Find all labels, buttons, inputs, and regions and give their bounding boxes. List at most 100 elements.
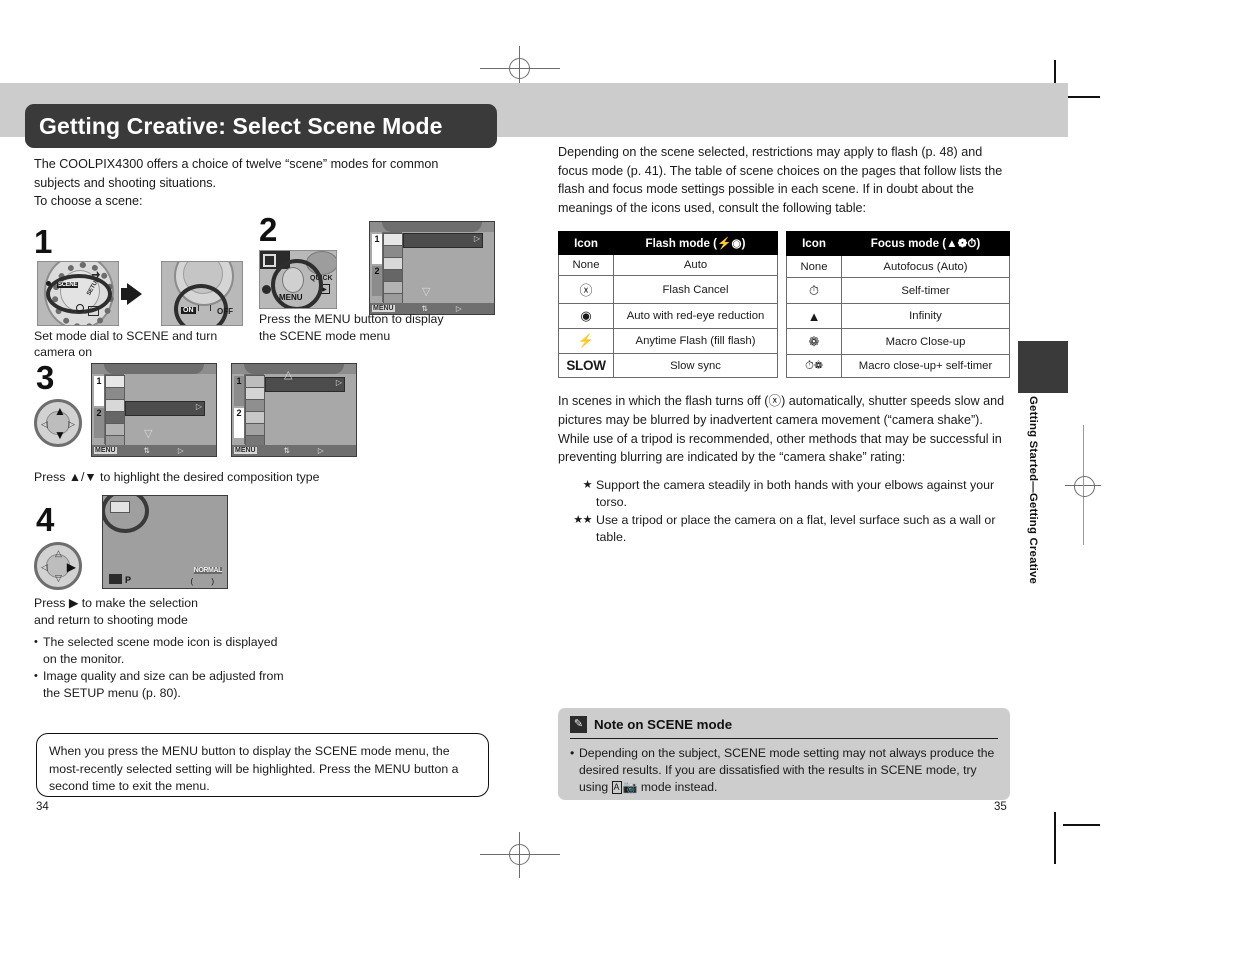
flash-label-slowsync: Slow sync bbox=[613, 353, 778, 379]
mode-tables: Icon Flash mode (⚡◉) None Auto ⓧ Flash C… bbox=[558, 231, 1010, 379]
step-2-number: 2 bbox=[259, 211, 278, 248]
page-title: Getting Creative: Select Scene Mode bbox=[25, 104, 497, 148]
step-3b-selected-row: ▷ bbox=[265, 377, 345, 392]
star-rating-two-icon: ★★ bbox=[573, 513, 592, 526]
power-switch-photo: ON OFF bbox=[161, 260, 243, 326]
step-4: 4 △ ▽ ◁ ▶ P NORMAL ( ) Press ▶ to make t… bbox=[34, 495, 504, 705]
self-timer-icon: ⏱ bbox=[786, 277, 842, 305]
multi-selector-up-icon[interactable]: ▲ bbox=[54, 405, 66, 417]
multi-selector-right-icon[interactable]: ▶ bbox=[67, 561, 76, 573]
exposure-mode-icon bbox=[109, 574, 122, 584]
step-3-multi-selector[interactable]: ▲ ▼ ◁ ▷ bbox=[34, 399, 82, 447]
step-4-caption-line1: Press ▶ to make the selection bbox=[34, 596, 198, 610]
intro-paragraph: The COOLPIX4300 offers a choice of twelv… bbox=[34, 155, 459, 211]
list-item: • Image quality and size can be adjusted… bbox=[34, 668, 294, 701]
tip-text: When you press the MENU button to displa… bbox=[49, 744, 459, 793]
focus-label-autofocus: Autofocus (Auto) bbox=[841, 255, 1010, 279]
lcd-right-icon: ▷ bbox=[317, 446, 324, 455]
step-3b-scroll-up-icon: △ bbox=[284, 369, 293, 381]
step-3a-statusbar: MENU ⇅ ▷ bbox=[92, 445, 216, 456]
mode-dial-scene-label: SCENE bbox=[57, 281, 79, 288]
step-1-caption: Set mode dial to SCENE and turn camera o… bbox=[34, 328, 218, 360]
lcd-updown-icon: ⇅ bbox=[143, 446, 150, 455]
intro-text: The COOLPIX4300 offers a choice of twelv… bbox=[34, 157, 439, 190]
multi-selector-left-icon[interactable]: ◁ bbox=[41, 563, 48, 572]
table-header-row: Icon Focus mode (▲❁⏱) bbox=[786, 231, 1010, 257]
step-3-lcd-after: 1 2 ▷ △ MENU ⇅ ▷ bbox=[231, 363, 357, 457]
step-4-bullet-1: Image quality and size can be adjusted f… bbox=[43, 669, 284, 700]
lcd-mode-label: P bbox=[125, 575, 132, 585]
table-row: None Auto bbox=[558, 254, 778, 277]
table-row: ❁ Macro Close-up bbox=[786, 328, 1010, 356]
side-tab-label: Getting Started—Getting Creative bbox=[1027, 396, 1039, 585]
flash-icon: ⚡ bbox=[558, 328, 614, 355]
power-off-label: OFF bbox=[217, 306, 233, 316]
multi-selector-down-icon[interactable]: ▽ bbox=[55, 574, 62, 583]
list-item: ★★ Use a tripod or place the camera on a… bbox=[558, 512, 1010, 546]
step-3a-tabs: 1 2 bbox=[94, 374, 104, 444]
step-3-lcd-before: 1 2 ▷ ▽ MENU ⇅ ▷ bbox=[91, 363, 217, 457]
lcd-menu-word: MENU bbox=[94, 447, 117, 454]
auto-mode-letter-icon: A bbox=[611, 781, 622, 794]
flash-label-fill: Anytime Flash (fill flash) bbox=[613, 328, 778, 355]
table-row: None Autofocus (Auto) bbox=[786, 255, 1010, 279]
table-row: ▲ Infinity bbox=[786, 303, 1010, 330]
macro-flower-icon: ❁ bbox=[786, 328, 842, 356]
trim-mark-bottom-vertical bbox=[1054, 812, 1056, 864]
shake-rating-text-0: Support the camera steadily in both hand… bbox=[596, 477, 995, 509]
focus-table-header-icon: Icon bbox=[786, 231, 842, 257]
note-box: ✎ Note on SCENE mode • Depending on the … bbox=[558, 708, 1010, 800]
camera-shake-ratings: ★ Support the camera steadily in both ha… bbox=[558, 477, 1010, 546]
table-row: ⏱❁ Macro close-up+ self-timer bbox=[786, 354, 1010, 379]
table-row: SLOW Slow sync bbox=[558, 353, 778, 379]
step-2-caption: Press the MENU button to display the SCE… bbox=[259, 312, 444, 343]
step-arrow-icon bbox=[127, 282, 142, 305]
step-4-number: 4 bbox=[36, 501, 55, 538]
lcd-tab-1: 1 bbox=[234, 376, 244, 406]
note-body: • Depending on the subject, SCENE mode s… bbox=[570, 745, 998, 796]
multi-selector-up-icon[interactable]: △ bbox=[55, 549, 62, 558]
step-1-number: 1 bbox=[34, 222, 53, 260]
multi-selector-left-icon[interactable]: ◁ bbox=[41, 420, 48, 429]
flash-icon-none: None bbox=[558, 254, 614, 277]
focus-icon-none: None bbox=[786, 255, 842, 279]
step-4-caption-line2: and return to shooting mode bbox=[34, 612, 188, 627]
flash-table-header-mode: Flash mode (⚡◉) bbox=[613, 231, 778, 256]
side-tab-block bbox=[1018, 341, 1068, 393]
lcd-frames-remaining: ( ) bbox=[190, 577, 222, 586]
step-3a-scroll-down-icon: ▽ bbox=[144, 428, 153, 440]
page-number-right: 35 bbox=[994, 801, 1007, 813]
step-2-lcd-tabs: 1 2 bbox=[372, 232, 382, 302]
multi-selector-down-icon[interactable]: ▼ bbox=[54, 429, 66, 441]
lcd-tab-1: 1 bbox=[94, 376, 104, 406]
flash-label-redeye: Auto with red-eye reduction bbox=[613, 303, 778, 330]
multi-selector-right-icon[interactable]: ▷ bbox=[68, 420, 75, 429]
intro-text-line2: To choose a scene: bbox=[34, 194, 143, 209]
slow-sync-icon: SLOW bbox=[558, 353, 614, 379]
lcd-tab-1: 1 bbox=[372, 234, 382, 264]
right-intro-paragraph: Depending on the scene selected, restric… bbox=[558, 145, 1003, 215]
infinity-mountain-icon: ▲ bbox=[786, 303, 842, 330]
step-4-bullet-0: The selected scene mode icon is displaye… bbox=[43, 635, 278, 666]
step-3b-statusbar: MENU ⇅ ▷ bbox=[232, 445, 356, 456]
focus-label-macro-selftimer: Macro close-up+ self-timer bbox=[841, 354, 1010, 379]
mode-dial-photo: SCENE SETUP bbox=[37, 260, 119, 326]
step-4-multi-selector[interactable]: △ ▽ ◁ ▶ bbox=[34, 542, 82, 590]
step-3-caption: Press ▲/▼ to highlight the desired compo… bbox=[34, 470, 320, 484]
step-3: 3 ▲ ▼ ◁ ▷ 1 2 ▷ ▽ MENU ⇅ ▷ 1 2 ▷ △ MENU … bbox=[34, 361, 504, 484]
registration-mark-bottom bbox=[480, 832, 560, 878]
step-4-icon-highlight bbox=[103, 496, 149, 533]
focus-label-macro: Macro Close-up bbox=[841, 328, 1010, 356]
note-text-post: mode instead. bbox=[637, 780, 718, 794]
list-item: ★ Support the camera steadily in both ha… bbox=[558, 477, 1010, 511]
list-item: • The selected scene mode icon is displa… bbox=[34, 634, 294, 667]
lcd-quality-label: NORMAL bbox=[193, 567, 222, 574]
camera-shake-paragraph: In scenes in which the flash turns off (… bbox=[558, 394, 1005, 465]
trim-mark-top-horizontal bbox=[1063, 96, 1100, 98]
macro-selftimer-icon: ⏱❁ bbox=[786, 354, 842, 379]
note-title: Note on SCENE mode bbox=[594, 717, 733, 732]
step-2-lcd: 1 2 ▷ ▽ MENU ⇅ ▷ bbox=[369, 221, 495, 315]
table-row: ◉ Auto with red-eye reduction bbox=[558, 303, 778, 330]
bullet-icon: • bbox=[570, 746, 575, 760]
step-2: 2 QUICK ▶ MENU 1 2 ▷ ▽ MENU ⇅ ▷ Press th… bbox=[259, 213, 509, 347]
